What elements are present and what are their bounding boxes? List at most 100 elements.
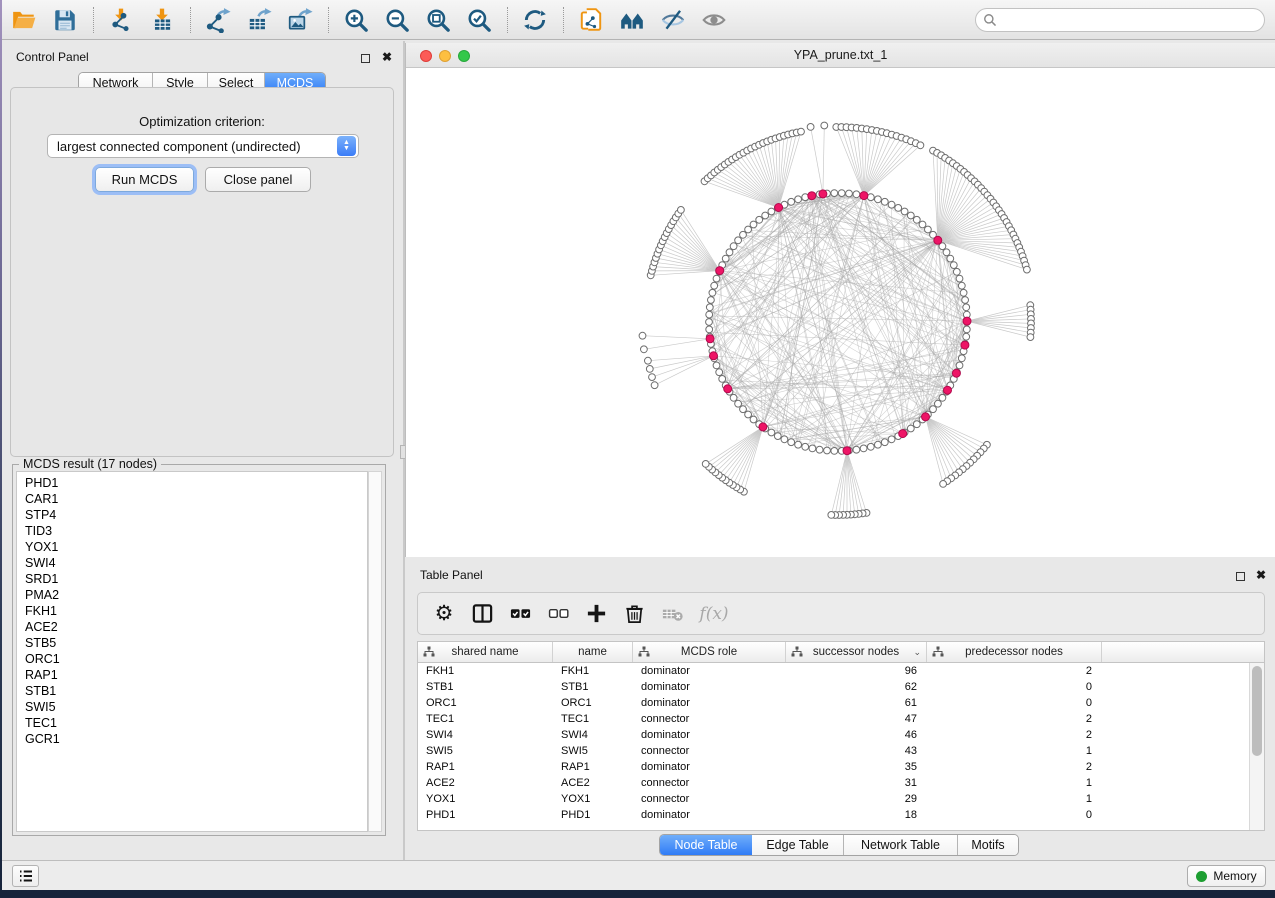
table-scrollbar[interactable] bbox=[1249, 663, 1264, 830]
search-input[interactable] bbox=[1001, 11, 1264, 29]
export-image-icon bbox=[287, 7, 313, 33]
zoom-fit-button[interactable] bbox=[422, 4, 454, 36]
zoom-selected-button[interactable] bbox=[463, 4, 495, 36]
column-label: successor nodes bbox=[813, 646, 899, 658]
mcds-result-item[interactable]: SWI5 bbox=[25, 699, 367, 715]
column-header-MCDS-role[interactable]: MCDS role bbox=[633, 642, 786, 662]
network-from-selection-icon bbox=[578, 7, 604, 33]
import-network-button[interactable] bbox=[105, 4, 137, 36]
run-mcds-button[interactable]: Run MCDS bbox=[95, 167, 194, 192]
column-header-successor-nodes[interactable]: successor nodes⌄ bbox=[786, 642, 927, 662]
save-button[interactable] bbox=[49, 4, 81, 36]
close-panel-button[interactable]: Close panel bbox=[205, 167, 311, 192]
network-window-titlebar[interactable]: YPA_prune.txt_1 bbox=[406, 43, 1275, 68]
task-history-button[interactable] bbox=[12, 865, 39, 887]
export-table-icon bbox=[246, 7, 272, 33]
mcds-result-item[interactable]: ACE2 bbox=[25, 619, 367, 635]
tab-node-table[interactable]: Node Table bbox=[660, 835, 752, 855]
columns-button[interactable] bbox=[468, 600, 496, 628]
table-row[interactable]: PHD1PHD1dominator180 bbox=[418, 807, 1249, 823]
mcds-result-item[interactable]: SWI4 bbox=[25, 555, 367, 571]
table-panel-float-button[interactable] bbox=[1233, 569, 1247, 583]
column-type-icon bbox=[638, 646, 650, 658]
hide-details-button[interactable] bbox=[657, 4, 689, 36]
select-stepper-icon: ▲▼ bbox=[337, 136, 356, 156]
network-from-selection-button[interactable] bbox=[575, 4, 607, 36]
function-builder-button: f(x) bbox=[696, 600, 732, 628]
table-row[interactable]: YOX1YOX1connector291 bbox=[418, 791, 1249, 807]
table-row[interactable]: SWI4SWI4dominator462 bbox=[418, 727, 1249, 743]
float-icon bbox=[1236, 572, 1245, 581]
cell-MCDS-role: dominator bbox=[633, 681, 786, 693]
control-panel-float-button[interactable] bbox=[358, 51, 372, 65]
table-row[interactable]: ORC1ORC1dominator610 bbox=[418, 695, 1249, 711]
import-table-button[interactable] bbox=[146, 4, 178, 36]
search-box[interactable] bbox=[975, 8, 1265, 32]
tab-network-table[interactable]: Network Table bbox=[844, 835, 958, 855]
tab-motifs[interactable]: Motifs bbox=[958, 835, 1018, 855]
cell-name: YOX1 bbox=[553, 793, 633, 805]
delete-column-button[interactable] bbox=[620, 600, 648, 628]
export-network-button[interactable] bbox=[202, 4, 234, 36]
zoom-out-button[interactable] bbox=[381, 4, 413, 36]
column-header-name[interactable]: name bbox=[553, 642, 633, 662]
deselect-all-button[interactable] bbox=[544, 600, 572, 628]
table-row[interactable]: STB1STB1dominator620 bbox=[418, 679, 1249, 695]
column-label: MCDS role bbox=[681, 646, 737, 658]
show-details-button[interactable] bbox=[698, 4, 730, 36]
table-panel-close-button[interactable]: ✖ bbox=[1254, 568, 1268, 582]
column-type-icon bbox=[791, 646, 803, 658]
mcds-result-item[interactable]: RAP1 bbox=[25, 667, 367, 683]
column-label: name bbox=[578, 646, 607, 658]
mcds-result-item[interactable]: YOX1 bbox=[25, 539, 367, 555]
table-row[interactable]: FKH1FKH1dominator962 bbox=[418, 663, 1249, 679]
mcds-result-item[interactable]: STB1 bbox=[25, 683, 367, 699]
table-scrollbar-thumb[interactable] bbox=[1252, 666, 1262, 756]
table-row[interactable]: SWI5SWI5connector431 bbox=[418, 743, 1249, 759]
columns-icon bbox=[471, 602, 494, 625]
mcds-result-item[interactable]: PMA2 bbox=[25, 587, 367, 603]
control-panel-close-button[interactable]: ✖ bbox=[380, 50, 394, 64]
cell-successor-nodes: 43 bbox=[786, 745, 927, 757]
mcds-result-item[interactable]: FKH1 bbox=[25, 603, 367, 619]
mcds-result-item[interactable]: TEC1 bbox=[25, 715, 367, 731]
mcds-result-item[interactable]: STB5 bbox=[25, 635, 367, 651]
cell-MCDS-role: connector bbox=[633, 793, 786, 805]
open-button[interactable] bbox=[8, 4, 40, 36]
tab-edge-table[interactable]: Edge Table bbox=[752, 835, 844, 855]
column-header-predecessor-nodes[interactable]: predecessor nodes bbox=[927, 642, 1102, 662]
mcds-result-item[interactable]: GCR1 bbox=[25, 731, 367, 747]
add-column-button[interactable] bbox=[582, 600, 610, 628]
export-table-button[interactable] bbox=[243, 4, 275, 36]
table-row[interactable]: ACE2ACE2connector311 bbox=[418, 775, 1249, 791]
table-row[interactable]: RAP1RAP1dominator352 bbox=[418, 759, 1249, 775]
mcds-result-item[interactable]: TID3 bbox=[25, 523, 367, 539]
export-image-button[interactable] bbox=[284, 4, 316, 36]
mcds-result-item[interactable]: CAR1 bbox=[25, 491, 367, 507]
cell-shared-name: PHD1 bbox=[418, 809, 553, 821]
cell-shared-name: TEC1 bbox=[418, 713, 553, 725]
zoom-in-button[interactable] bbox=[340, 4, 372, 36]
first-neighbors-button[interactable] bbox=[616, 4, 648, 36]
mcds-result-scrollbar[interactable] bbox=[368, 471, 382, 832]
table-row[interactable]: TEC1TEC1connector472 bbox=[418, 711, 1249, 727]
mcds-result-list[interactable]: PHD1CAR1STP4TID3YOX1SWI4SRD1PMA2FKH1ACE2… bbox=[16, 471, 368, 832]
select-all-button[interactable] bbox=[506, 600, 534, 628]
network-graph-svg[interactable] bbox=[406, 68, 1275, 557]
gear-button[interactable]: ⚙ bbox=[430, 600, 458, 628]
cell-MCDS-role: connector bbox=[633, 745, 786, 757]
network-canvas[interactable] bbox=[406, 68, 1275, 557]
cell-successor-nodes: 29 bbox=[786, 793, 927, 805]
toolbar-separator bbox=[563, 7, 564, 33]
mcds-result-item[interactable]: ORC1 bbox=[25, 651, 367, 667]
memory-button[interactable]: Memory bbox=[1187, 865, 1266, 887]
mcds-result-item[interactable]: PHD1 bbox=[25, 475, 367, 491]
memory-button-label: Memory bbox=[1213, 869, 1256, 883]
mcds-result-item[interactable]: STP4 bbox=[25, 507, 367, 523]
refresh-button[interactable] bbox=[519, 4, 551, 36]
list-icon bbox=[17, 867, 35, 885]
optimization-select[interactable]: largest connected component (undirected)… bbox=[47, 134, 359, 158]
cell-shared-name: SWI5 bbox=[418, 745, 553, 757]
column-header-shared-name[interactable]: shared name bbox=[418, 642, 553, 662]
mcds-result-item[interactable]: SRD1 bbox=[25, 571, 367, 587]
